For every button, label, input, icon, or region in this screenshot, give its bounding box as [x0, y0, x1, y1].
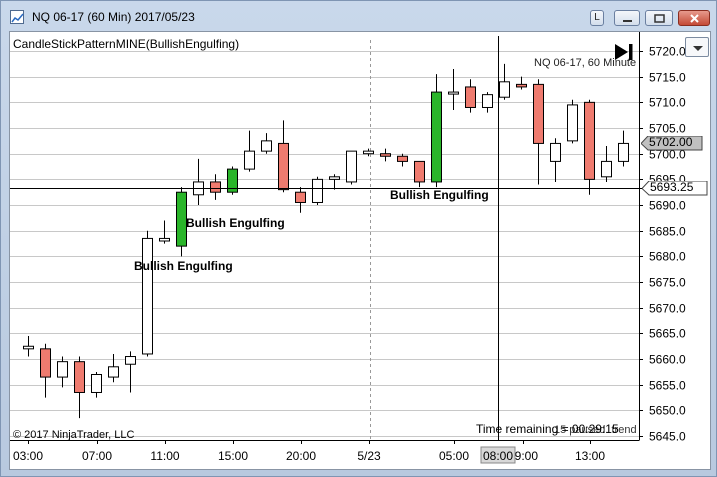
time-remaining: Time remaining = 00:29:15 — [476, 422, 619, 436]
candle-body — [533, 83, 544, 144]
candle-body — [108, 366, 119, 378]
candle-body — [448, 91, 459, 95]
candle-body — [550, 142, 561, 162]
candle-body — [74, 361, 85, 393]
chart-window: NQ 06-17 (60 Min) 2017/05/23 L 5720.0 571… — [0, 0, 717, 477]
candle-body — [499, 81, 510, 98]
y-tick-label: 5685.0 — [649, 225, 686, 239]
y-tick-label: 5655.0 — [649, 379, 686, 393]
candle-body — [125, 356, 136, 365]
candle-body — [601, 160, 612, 178]
y-tick-label: 5650.0 — [649, 404, 686, 418]
candle-body — [465, 86, 476, 108]
x-tick-label: 15:00 — [218, 449, 248, 463]
minimize-button[interactable] — [614, 10, 640, 26]
chart-app-icon — [10, 10, 24, 24]
chart-menu-dropdown[interactable] — [685, 37, 709, 57]
candle-body — [482, 94, 493, 108]
y-tick-label: 5645.0 — [649, 430, 686, 444]
y-tick-label: 5680.0 — [649, 250, 686, 264]
title-bar[interactable]: NQ 06-17 (60 Min) 2017/05/23 L — [1, 1, 716, 31]
candle-body — [431, 91, 442, 183]
candle-body — [23, 345, 34, 350]
y-tick-label: 5690.0 — [649, 199, 686, 213]
candle-body — [397, 155, 408, 162]
close-button[interactable] — [678, 10, 710, 26]
candle-body — [380, 153, 391, 157]
candle-body — [414, 160, 425, 183]
y-tick-label: 5720.0 — [649, 45, 686, 59]
x-tick-label: 07:00 — [82, 449, 112, 463]
y-tick-label: 5715.0 — [649, 71, 686, 85]
scroll-to-end-icon[interactable] — [613, 42, 635, 62]
x-tick-label: 11:00 — [150, 449, 179, 463]
candle-body — [363, 150, 374, 155]
candle-body — [142, 237, 153, 355]
current-price-tag: 5702.00 — [641, 136, 703, 151]
y-tick-label: 5660.0 — [649, 353, 686, 367]
y-tick-label: 5705.0 — [649, 122, 686, 136]
candle-body — [584, 101, 595, 180]
candle-body — [210, 181, 221, 193]
x-tick-label: 03:00 — [13, 449, 43, 463]
indicator-label[interactable]: CandleStickPatternMINE(BullishEngulfing) — [13, 37, 239, 51]
y-tick-label: 5670.0 — [649, 302, 686, 316]
candle-body — [244, 150, 255, 170]
y-tick-label: 5665.0 — [649, 327, 686, 341]
maximize-button[interactable] — [645, 10, 673, 26]
candle-body — [176, 191, 187, 247]
candle-body — [57, 361, 68, 378]
chart-panel[interactable]: 5720.0 5715.0 5710.0 5705.0 5700.0 5695.0 5690… — [9, 31, 711, 470]
candle-body — [312, 178, 323, 203]
candle-body — [278, 142, 289, 191]
crosshair-time-label: 08:00 — [483, 449, 513, 463]
candle-body — [159, 237, 170, 242]
copyright: © 2017 NinjaTrader, LLC — [13, 429, 135, 441]
candle-body — [40, 348, 51, 378]
price-chart[interactable]: 5720.05715.05710.05705.05700.05695.05690… — [10, 32, 712, 471]
x-tick-label: 13:00 — [575, 449, 605, 463]
x-tick-label: 5/23 — [357, 449, 381, 463]
pattern-label: Bullish Engulfing — [390, 188, 489, 202]
candle-body — [567, 104, 578, 142]
y-tick-label: 5675.0 — [649, 276, 686, 290]
pattern-label: Bullish Engulfing — [186, 216, 285, 230]
candle-body — [91, 374, 102, 393]
candle-body — [346, 150, 357, 183]
link-button[interactable]: L — [590, 10, 604, 26]
pattern-label: Bullish Engulfing — [134, 259, 233, 273]
x-tick-label: 05:00 — [439, 449, 469, 463]
candle-body — [329, 176, 340, 180]
window-title: NQ 06-17 (60 Min) 2017/05/23 — [32, 10, 195, 24]
y-tick-label: 5710.0 — [649, 96, 686, 110]
candle-body — [295, 191, 306, 203]
candle-body — [516, 83, 527, 88]
candle-body — [618, 142, 629, 162]
x-tick-label: 20:00 — [286, 449, 316, 463]
candle-body — [261, 140, 272, 152]
chevron-down-icon — [693, 46, 703, 51]
crosshair-price-tag: 5693.25 — [642, 181, 708, 196]
